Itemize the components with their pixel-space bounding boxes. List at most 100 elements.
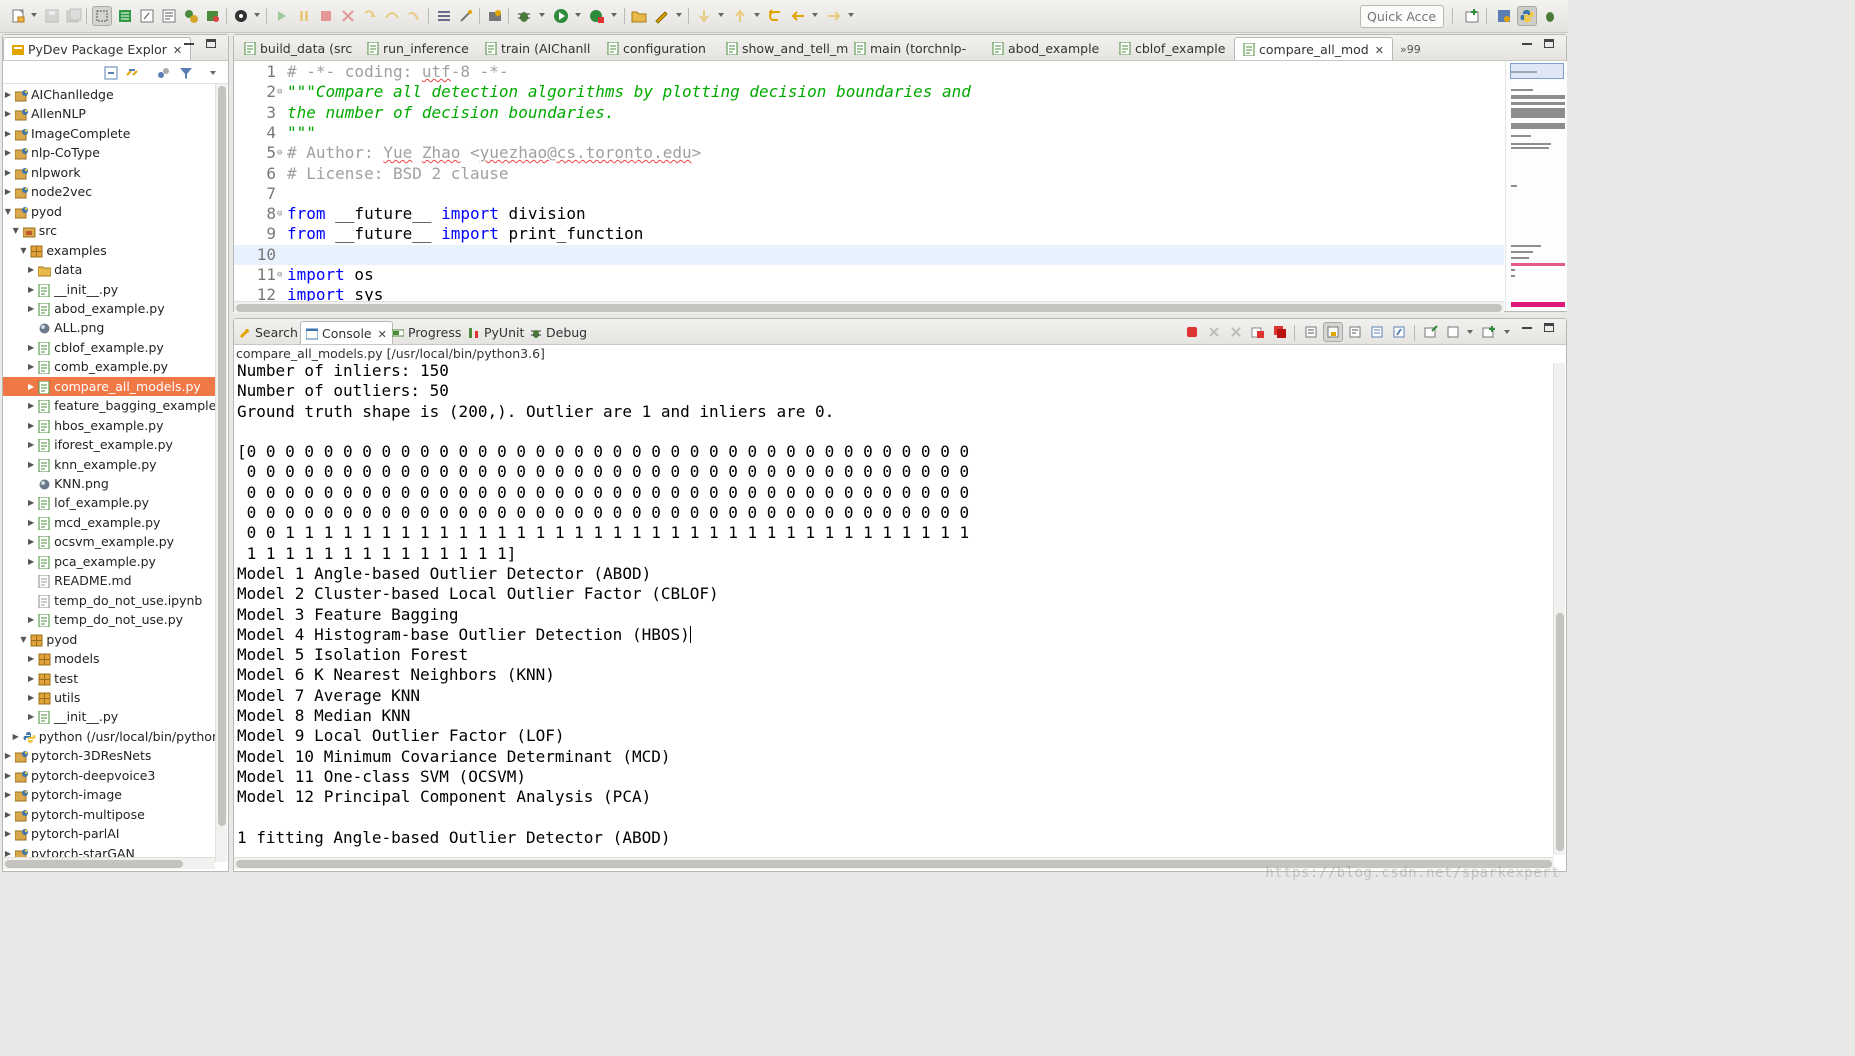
tree-item[interactable]: ▶ python (/usr/local/bin/python3 [3, 727, 215, 746]
collapse-all-icon[interactable] [101, 63, 121, 83]
fold-marker-icon[interactable]: ⊖ [277, 265, 282, 285]
step-into-icon[interactable] [360, 6, 380, 26]
expanded-arrow-icon[interactable]: ▼ [3, 202, 13, 221]
collapsed-arrow-icon[interactable]: ▶ [26, 280, 36, 299]
tree-item[interactable]: ▶ compare_all_models.py [3, 376, 215, 396]
new-dropdown-icon[interactable] [31, 13, 37, 17]
pencil-icon[interactable] [651, 6, 671, 26]
collapsed-arrow-icon[interactable]: ▶ [26, 396, 36, 415]
tree-item[interactable]: ▶ temp_do_not_use.py [3, 610, 215, 629]
tree-item[interactable]: ▶ __init__.py [3, 280, 215, 299]
expanded-arrow-icon[interactable]: ▼ [18, 241, 28, 260]
collapsed-arrow-icon[interactable]: ▶ [3, 143, 13, 162]
collapsed-arrow-icon[interactable]: ▶ [3, 85, 13, 104]
collapsed-arrow-icon[interactable]: ▶ [26, 493, 36, 512]
code-line[interactable]: 12 import sys [234, 285, 1504, 301]
console-tab[interactable]: Console ✕ [300, 321, 393, 344]
code-line[interactable]: 8 ⊖ from __future__ import division [234, 204, 1504, 224]
expanded-arrow-icon[interactable]: ▼ [11, 221, 21, 240]
collapsed-arrow-icon[interactable]: ▶ [26, 669, 36, 688]
tree-item[interactable]: ▶ iforest_example.py [3, 435, 215, 454]
coverage-icon[interactable] [587, 6, 607, 26]
collapsed-arrow-icon[interactable]: ▶ [26, 377, 36, 396]
remove-launch-icon[interactable] [1204, 322, 1224, 342]
console-tab[interactable]: Debug [525, 321, 592, 344]
last-edit-location-icon[interactable] [766, 6, 786, 26]
collapsed-arrow-icon[interactable]: ▶ [26, 552, 36, 571]
tree-item[interactable]: ▶ hbos_example.py [3, 416, 215, 435]
console-tab[interactable]: PyUnit [463, 321, 529, 344]
collapsed-arrow-icon[interactable]: ▶ [26, 532, 36, 551]
collapsed-arrow-icon[interactable]: ▶ [3, 805, 13, 824]
tree-item[interactable]: ▶ models [3, 649, 215, 668]
show-on-error-icon[interactable] [1367, 322, 1387, 342]
pydev-perspective-icon[interactable] [1517, 6, 1537, 26]
coverage-dropdown-icon[interactable] [611, 13, 617, 17]
editor-tab[interactable]: configuration [599, 37, 714, 60]
tree-item[interactable]: ▼ src [3, 221, 215, 240]
collapsed-arrow-icon[interactable]: ▶ [26, 513, 36, 532]
run-icon[interactable] [551, 6, 571, 26]
next-annotation-dropdown-icon[interactable] [718, 13, 724, 17]
debug-target-icon[interactable] [231, 6, 251, 26]
quick-access-input[interactable] [1360, 5, 1444, 28]
word-wrap-toggle-icon[interactable] [1323, 322, 1343, 342]
code-line[interactable]: 6 # License: BSD 2 clause [234, 164, 1504, 184]
code-line[interactable]: 10 [234, 244, 1504, 265]
fold-marker-icon[interactable]: ⊖ [277, 204, 282, 224]
tree-item[interactable]: ▶ pytorch-image [3, 785, 215, 804]
tree-item[interactable]: ALL.png [3, 318, 215, 337]
tree-item[interactable]: ▶ nlp-CoType [3, 143, 215, 162]
terminate-all-icon[interactable] [1270, 322, 1290, 342]
clear-console-icon[interactable] [1248, 322, 1268, 342]
save-icon[interactable] [42, 6, 62, 26]
tree-item[interactable]: ▶ AIChanlledge [3, 85, 215, 104]
close-icon[interactable]: ✕ [1375, 44, 1384, 57]
open-console-dropdown-icon[interactable] [1504, 330, 1510, 334]
tree-item[interactable]: ▶ data [3, 260, 215, 279]
tree-item[interactable]: KNN.png [3, 474, 215, 493]
maximize-icon[interactable] [206, 39, 216, 48]
java-perspective-icon[interactable] [1494, 6, 1514, 26]
code-line[interactable]: 4 """ [234, 123, 1504, 143]
collapsed-arrow-icon[interactable]: ▶ [3, 124, 13, 143]
tab-overflow[interactable]: »99 [1392, 37, 1429, 60]
tree-item[interactable]: temp_do_not_use.ipynb [3, 591, 215, 610]
word-wrap-icon[interactable] [137, 6, 157, 26]
collapsed-arrow-icon[interactable]: ▶ [26, 707, 36, 726]
back-dropdown-icon[interactable] [812, 13, 818, 17]
tree-item[interactable]: ▶ test [3, 669, 215, 688]
collapsed-arrow-icon[interactable]: ▶ [11, 727, 21, 746]
tab-package-explorer[interactable]: PyDev Package Explor ✕ [3, 37, 192, 60]
terminate-icon[interactable] [316, 6, 336, 26]
collapsed-arrow-icon[interactable]: ▶ [3, 182, 13, 201]
code-line[interactable]: 5 ⊖ # Author: Yue Zhao <yuezhao@cs.toronto… [234, 143, 1504, 163]
collapsed-arrow-icon[interactable]: ▶ [26, 435, 36, 454]
editor-tab[interactable]: train (AIChanll [477, 37, 598, 60]
code-editor[interactable]: 1 # -*- coding: utf-8 -*- 2 ⊖ """Compare all… [234, 61, 1504, 301]
editor-tab[interactable]: build_data (src [236, 37, 360, 60]
collapsed-arrow-icon[interactable]: ▶ [26, 416, 36, 435]
explorer-vertical-scrollbar[interactable] [215, 84, 227, 862]
scrollbar-thumb[interactable] [218, 86, 226, 826]
tree-item[interactable]: ▶ ImageComplete [3, 124, 215, 143]
editor-horizontal-scrollbar[interactable] [234, 301, 1504, 313]
debug-target-dropdown-icon[interactable] [254, 13, 260, 17]
maximize-icon[interactable] [1544, 323, 1554, 332]
debug-dropdown-icon[interactable] [539, 13, 545, 17]
console-tab[interactable]: Progress [387, 321, 466, 344]
collapsed-arrow-icon[interactable]: ▶ [26, 610, 36, 629]
console-view-icon[interactable] [159, 6, 179, 26]
collapsed-arrow-icon[interactable]: ▶ [3, 824, 13, 843]
tree-item[interactable]: ▼ pyod [3, 202, 215, 221]
pydev-module-icon[interactable] [181, 6, 201, 26]
forward-icon[interactable] [824, 6, 844, 26]
fold-marker-icon[interactable]: ⊖ [277, 143, 282, 163]
collapsed-arrow-icon[interactable]: ▶ [26, 299, 36, 318]
tree-item[interactable]: ▶ pytorch-deepvoice3 [3, 766, 215, 785]
collapsed-arrow-icon[interactable]: ▶ [26, 357, 36, 376]
scrollbar-thumb[interactable] [1556, 613, 1564, 851]
filter-icon[interactable] [176, 63, 196, 83]
collapsed-arrow-icon[interactable]: ▶ [3, 163, 13, 182]
resume-icon[interactable] [272, 6, 292, 26]
